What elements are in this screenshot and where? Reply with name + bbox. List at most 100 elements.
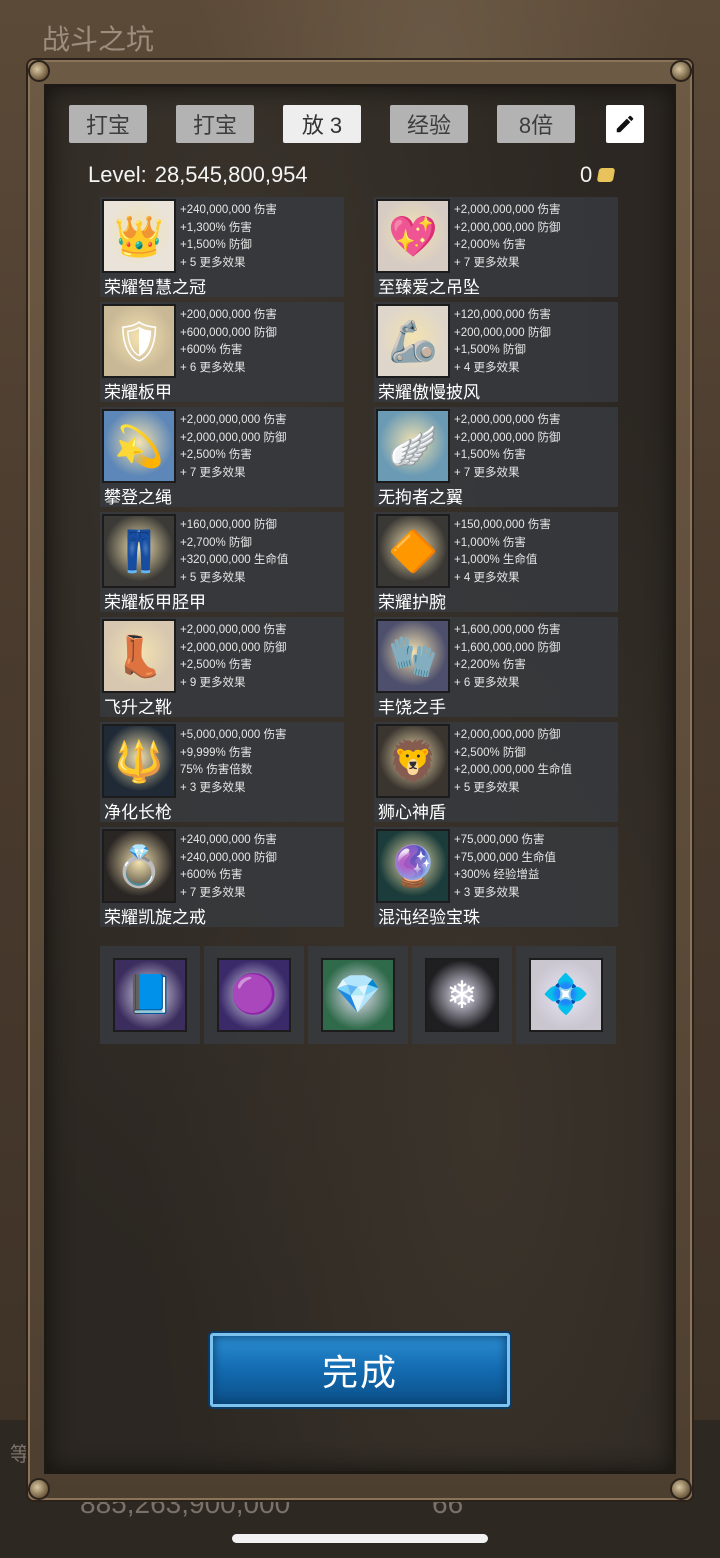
item-stat-line: +1,500% 伤害 xyxy=(454,449,526,461)
item-name: 荣耀板甲胫甲 xyxy=(104,593,206,612)
item-stat-line: +75,000,000 伤害 xyxy=(454,834,545,846)
bottom-side-text: 等 xyxy=(10,1444,30,1466)
tab-experience[interactable]: 经验 xyxy=(390,105,468,143)
item-stat-line: +2,000% 伤害 xyxy=(454,239,526,251)
orb-icon: 🔮 xyxy=(376,829,450,903)
frame-corner-rivet xyxy=(28,60,50,82)
heart-pendant-icon: 💖 xyxy=(376,199,450,273)
item-stat-line: +1,300% 伤害 xyxy=(180,221,252,234)
item-stat-line: + 5 更多效果 xyxy=(454,781,520,794)
item-stat-line: +1,000% 生命值 xyxy=(454,554,538,566)
frame-corner-rivet xyxy=(670,1478,692,1500)
item-stat-line: + 7 更多效果 xyxy=(454,256,520,269)
item-stat-line: +2,000,000,000 伤害 xyxy=(454,204,561,216)
equipment-card[interactable]: 👢 +2,000,000,000 伤害 +2,000,000,000 防御 +2,50… xyxy=(100,617,344,717)
equipment-card[interactable]: 💖 +2,000,000,000 伤害 +2,000,000,000 防御 +2,00… xyxy=(374,197,618,297)
item-stat-line: +9,999% 伤害 xyxy=(180,746,252,759)
item-stat-line: +2,700% 防御 xyxy=(180,536,252,549)
item-stat-line: + 6 更多效果 xyxy=(180,361,246,374)
edit-button[interactable] xyxy=(606,105,644,143)
tab-8x[interactable]: 8倍 xyxy=(497,105,575,143)
item-stat-line: + 5 更多效果 xyxy=(180,571,246,584)
equipment-card[interactable]: 🦁 +2,000,000,000 防御 +2,500% 防御 +2,000,000,0… xyxy=(374,722,618,822)
tab-loot-1[interactable]: 打宝 xyxy=(69,105,147,143)
item-name: 至臻爱之吊坠 xyxy=(378,278,480,297)
item-stat-line: +320,000,000 生命值 xyxy=(180,554,289,566)
done-button[interactable]: 完成 xyxy=(210,1333,510,1407)
ring-icon: 💍 xyxy=(102,829,176,903)
gem-slot[interactable]: 📘 xyxy=(100,946,200,1044)
item-stat-line: + 6 更多效果 xyxy=(454,676,520,689)
item-stat-line: +600% 伤害 xyxy=(180,869,243,881)
bracer-icon: 🔶 xyxy=(376,514,450,588)
item-stats: +2,000,000,000 伤害 +2,000,000,000 防御 +2,000… xyxy=(454,202,560,272)
equipment-card[interactable]: 👖 +160,000,000 防御 +2,700% 防御 +320,000,000 生… xyxy=(100,512,344,612)
item-stat-line: +2,000,000,000 防御 xyxy=(454,729,561,741)
equipment-card[interactable]: 🔮 +75,000,000 伤害 +75,000,000 生命值 +300% 经验增益… xyxy=(374,827,618,927)
level-label: Level: xyxy=(88,162,147,187)
item-stat-line: +2,500% 伤害 xyxy=(180,449,252,461)
item-stats: +240,000,000 伤害 +1,300% 伤害 +1,500% 防御 + 5 更… xyxy=(180,202,277,272)
item-stat-line: +150,000,000 伤害 xyxy=(454,519,551,531)
item-stat-line: +2,000,000,000 伤害 xyxy=(180,624,287,636)
item-stat-line: +240,000,000 防御 xyxy=(180,851,277,864)
item-stat-line: + 7 更多效果 xyxy=(180,886,246,899)
item-stat-line: + 7 更多效果 xyxy=(180,466,246,479)
item-stat-line: +1,000% 伤害 xyxy=(454,536,526,549)
equipment-card[interactable]: 💍 +240,000,000 伤害 +240,000,000 防御 +600% 伤害 +… xyxy=(100,827,344,927)
item-stat-line: +1,500% 防御 xyxy=(454,344,526,356)
item-stat-line: +2,000,000,000 伤害 xyxy=(454,414,561,426)
item-stat-line: +600,000,000 防御 xyxy=(180,326,277,339)
equipment-card[interactable]: 👑 +240,000,000 伤害 +1,300% 伤害 +1,500% 防御 + 5 … xyxy=(100,197,344,297)
item-stats: +2,000,000,000 伤害 +2,000,000,000 防御 +2,500… xyxy=(180,622,286,692)
item-name: 荣耀傲慢披风 xyxy=(378,383,480,402)
crystal-cluster-icon: 💠 xyxy=(529,958,603,1032)
item-stat-line: +75,000,000 生命值 xyxy=(454,851,556,864)
item-stat-line: + 3 更多效果 xyxy=(454,886,520,899)
gem-slot[interactable]: 💎 xyxy=(308,946,408,1044)
tab-place-3[interactable]: 放 3 xyxy=(283,105,361,143)
item-stat-line: + 4 更多效果 xyxy=(454,571,520,584)
item-stat-line: +240,000,000 伤害 xyxy=(180,834,277,846)
item-stats: +2,000,000,000 防御 +2,500% 防御 +2,000,000,00… xyxy=(454,727,572,797)
tab-loot-2[interactable]: 打宝 xyxy=(176,105,254,143)
equipment-card[interactable]: 🔶 +150,000,000 伤害 +1,000% 伤害 +1,000% 生命值 + 4… xyxy=(374,512,618,612)
frame-corner-rivet xyxy=(670,60,692,82)
item-stat-line: + 7 更多效果 xyxy=(454,466,520,479)
item-stat-line: +2,000,000,000 防御 xyxy=(180,641,287,654)
item-name: 荣耀板甲 xyxy=(104,383,172,402)
item-name: 荣耀智慧之冠 xyxy=(104,278,206,297)
item-stats: +1,600,000,000 伤害 +1,600,000,000 防御 +2,200… xyxy=(454,622,560,692)
pencil-icon xyxy=(616,115,634,133)
item-stats: +240,000,000 伤害 +240,000,000 防御 +600% 伤害 + … xyxy=(180,832,277,902)
emerald-gem-icon: 💎 xyxy=(321,958,395,1032)
gold-value: 0 xyxy=(580,162,593,187)
equipment-card[interactable]: 🧤 +1,600,000,000 伤害 +1,600,000,000 防御 +2,20… xyxy=(374,617,618,717)
gem-slot[interactable]: ❄ xyxy=(412,946,512,1044)
item-stat-line: +1,600,000,000 防御 xyxy=(454,641,561,654)
item-stats: +200,000,000 伤害 +600,000,000 防御 +600% 伤害 + … xyxy=(180,307,277,377)
gold-counter: 0 xyxy=(580,162,616,188)
equipment-card[interactable]: 💫 +2,000,000,000 伤害 +2,000,000,000 防御 +2,50… xyxy=(100,407,344,507)
halo-rope-icon: 💫 xyxy=(102,409,176,483)
equipment-card[interactable]: 🛡 +200,000,000 伤害 +600,000,000 防御 +600% 伤害 +… xyxy=(100,302,344,402)
equipment-card[interactable]: 🪽 +2,000,000,000 伤害 +2,000,000,000 防御 +1,50… xyxy=(374,407,618,507)
winged-boots-icon: 👢 xyxy=(102,619,176,693)
item-name: 狮心神盾 xyxy=(378,803,446,822)
home-indicator xyxy=(232,1534,488,1543)
item-stats: +2,000,000,000 伤害 +2,000,000,000 防御 +2,500… xyxy=(180,412,286,482)
item-stat-line: +5,000,000,000 伤害 xyxy=(180,729,287,741)
item-stat-line: +2,000,000,000 防御 xyxy=(180,431,287,444)
item-stat-line: +240,000,000 伤害 xyxy=(180,204,277,216)
item-stat-line: +1,600,000,000 伤害 xyxy=(454,624,561,636)
item-stat-line: + 9 更多效果 xyxy=(180,676,246,689)
level-display: Level: 28,545,800,954 xyxy=(88,162,308,188)
scene-title: 战斗之坑 xyxy=(42,23,155,56)
gem-slot[interactable]: 💠 xyxy=(516,946,616,1044)
item-name: 飞升之靴 xyxy=(104,698,172,717)
item-stat-line: +2,200% 伤害 xyxy=(454,659,526,671)
wings-icon: 🪽 xyxy=(376,409,450,483)
equipment-card[interactable]: 🔱 +5,000,000,000 伤害 +9,999% 伤害 75% 伤害倍数 + 3 … xyxy=(100,722,344,822)
gem-slot[interactable]: 🟣 xyxy=(204,946,304,1044)
equipment-card[interactable]: 🦾 +120,000,000 伤害 +200,000,000 防御 +1,500% 防… xyxy=(374,302,618,402)
